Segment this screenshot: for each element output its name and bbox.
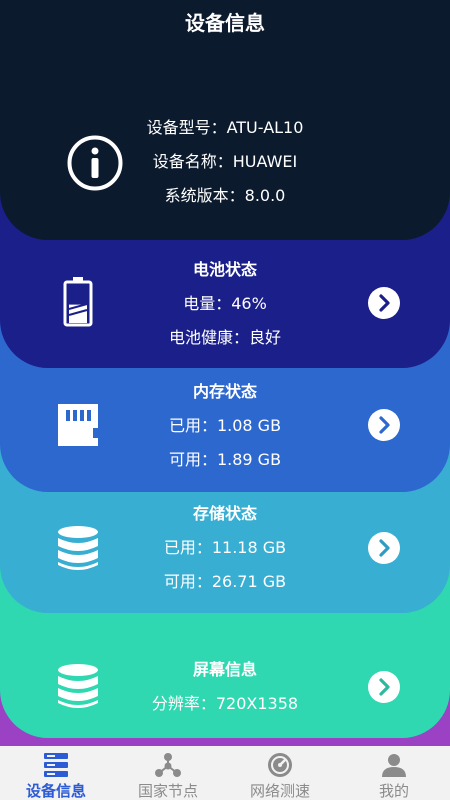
device-name: 设备名称：HUAWEI — [152, 152, 298, 171]
tab-mine[interactable]: 我的 — [338, 746, 450, 800]
device-model: 设备型号：ATU-AL10 — [146, 118, 304, 137]
user-icon — [382, 754, 406, 777]
device-info-card: 设备信息 设备型号：ATU-AL10 设备名称：HUAWEI 系统版本：8.0.… — [0, 0, 450, 240]
bottom-tab-bar: 设备信息 国家节点 网络测速 我的 — [0, 746, 450, 800]
memory-title: 内存状态 — [192, 382, 257, 401]
battery-health: 电池健康：良好 — [168, 328, 281, 347]
nodes-icon — [155, 753, 181, 777]
device-info-icon — [44, 753, 68, 777]
battery-title: 电池状态 — [192, 260, 257, 279]
tab-country-nodes[interactable]: 国家节点 — [112, 746, 224, 800]
storage-title: 存储状态 — [192, 504, 257, 523]
tab-speed-test[interactable]: 网络测速 — [224, 746, 336, 800]
tab-label: 我的 — [378, 782, 409, 800]
storage-available: 可用：26.71 GB — [163, 572, 287, 591]
tab-device-info[interactable]: 设备信息 — [0, 746, 112, 800]
memory-chevron-icon[interactable] — [368, 409, 400, 441]
tab-label: 网络测速 — [249, 782, 310, 800]
memory-available: 可用：1.89 GB — [168, 450, 282, 469]
battery-chevron-icon[interactable] — [368, 287, 400, 319]
tab-label: 国家节点 — [137, 782, 198, 800]
screen-chevron-icon[interactable] — [368, 671, 400, 703]
page-title: 设备信息 — [185, 11, 265, 35]
tab-label: 设备信息 — [25, 782, 86, 800]
speed-test-icon — [268, 753, 292, 777]
system-version: 系统版本：8.0.0 — [164, 186, 286, 205]
storage-chevron-icon[interactable] — [368, 532, 400, 564]
